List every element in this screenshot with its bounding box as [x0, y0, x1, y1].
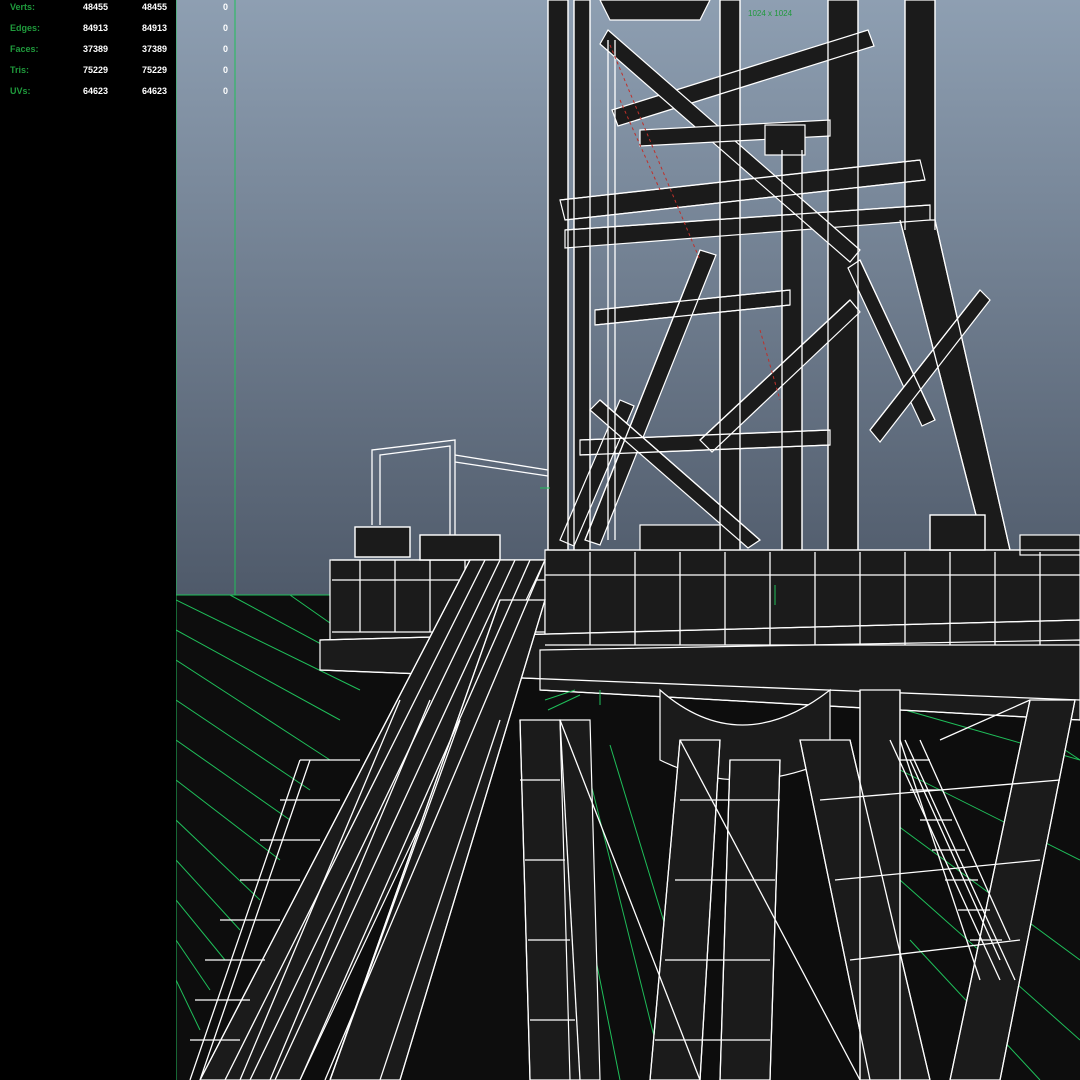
stat-component: 0 — [222, 44, 228, 54]
3d-viewport[interactable] — [176, 0, 1080, 1080]
stat-label: Edges: — [10, 23, 41, 33]
stat-selected: 37389 — [141, 44, 167, 54]
stat-label: Faces: — [10, 44, 39, 54]
stat-component: 0 — [222, 65, 228, 75]
stat-component: 0 — [222, 2, 228, 12]
stat-selected: 48455 — [141, 2, 167, 12]
stat-label: Verts: — [10, 2, 36, 12]
stat-label: Tris: — [10, 65, 30, 75]
stat-value: 48455 — [82, 2, 108, 12]
stat-component: 0 — [222, 86, 228, 96]
stat-value: 75229 — [82, 65, 108, 75]
stat-selected: 75229 — [141, 65, 167, 75]
stat-value: 84913 — [82, 23, 108, 33]
stat-row-verts: Verts: 48455 48455 0 — [0, 2, 240, 16]
resolution-gate-label: 1024 x 1024 — [748, 9, 793, 18]
stat-value: 64623 — [82, 86, 108, 96]
stat-selected: 64623 — [141, 86, 167, 96]
wireframe-scene[interactable] — [176, 0, 1080, 1080]
stat-row-faces: Faces: 37389 37389 0 — [0, 44, 240, 58]
stat-row-edges: Edges: 84913 84913 0 — [0, 23, 240, 37]
stat-value: 37389 — [82, 44, 108, 54]
stat-selected: 84913 — [141, 23, 167, 33]
stat-row-tris: Tris: 75229 75229 0 — [0, 65, 240, 79]
stat-component: 0 — [222, 23, 228, 33]
heads-up-display-panel: Verts: 48455 48455 0 Edges: 84913 84913 … — [0, 0, 228, 1080]
stat-label: UVs: — [10, 86, 31, 96]
stat-row-uvs: UVs: 64623 64623 0 — [0, 86, 240, 100]
